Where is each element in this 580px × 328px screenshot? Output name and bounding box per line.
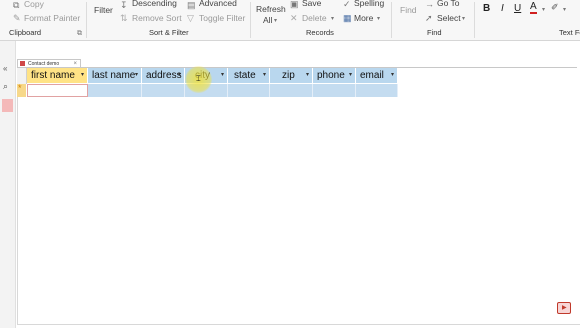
- format-painter-button[interactable]: Format Painter: [24, 13, 80, 23]
- column-header-first-name[interactable]: first name ▾: [27, 68, 88, 83]
- italic-button[interactable]: I: [501, 3, 504, 14]
- column-header-label: zip: [282, 70, 295, 81]
- column-header-address[interactable]: address ▾: [142, 68, 185, 83]
- sort-arrow-icon[interactable]: ▾: [263, 68, 266, 83]
- collapse-nav-icon[interactable]: «: [3, 64, 7, 73]
- remove-sort-button[interactable]: Remove Sort: [132, 13, 182, 23]
- text-formatting-group-label: Text Fo: [559, 28, 580, 37]
- column-header-label: state: [234, 70, 256, 81]
- datasheet: [17, 68, 580, 325]
- chevron-down-icon: ▾: [542, 7, 546, 13]
- delete-button[interactable]: Delete: [302, 13, 327, 23]
- cell-phone[interactable]: [313, 84, 356, 97]
- column-header-label: first name: [31, 70, 75, 81]
- cell-email[interactable]: [356, 84, 398, 97]
- ribbon: ⧉ Copy ✎ Format Painter Clipboard ⧉ Filt…: [0, 0, 580, 41]
- sort-arrow-icon[interactable]: ▾: [349, 68, 352, 83]
- ribbon-separator: [250, 2, 251, 38]
- sort-arrow-icon[interactable]: ▾: [81, 68, 84, 83]
- sort-filter-group-label: Sort & Filter: [149, 28, 189, 37]
- bold-button[interactable]: B: [483, 3, 490, 14]
- save-icon: ▣: [290, 0, 299, 9]
- table-object-icon[interactable]: [2, 99, 13, 112]
- more-button[interactable]: More: [354, 13, 373, 23]
- copy-button[interactable]: Copy: [24, 0, 44, 9]
- advanced-button[interactable]: Advanced: [199, 0, 237, 8]
- goto-button[interactable]: Go To: [437, 0, 460, 8]
- ribbon-separator: [86, 2, 87, 38]
- mouse-cursor-icon: ⌶: [196, 74, 201, 83]
- spelling-icon: ✓: [343, 0, 351, 9]
- table-icon: [20, 61, 25, 66]
- sort-arrow-icon[interactable]: ▾: [221, 68, 224, 83]
- column-header-label: phone: [317, 70, 345, 81]
- column-header-state[interactable]: state ▾: [228, 68, 270, 83]
- format-painter-icon: ✎: [13, 13, 21, 23]
- select-button[interactable]: Select: [437, 13, 461, 23]
- select-all-corner[interactable]: [17, 68, 27, 84]
- copy-icon: ⧉: [13, 0, 20, 10]
- refresh-all-label[interactable]: All: [263, 15, 272, 25]
- remove-sort-icon: ⇅: [120, 13, 128, 23]
- column-header-label: email: [360, 70, 384, 81]
- delete-icon: ✕: [290, 13, 298, 23]
- column-header-email[interactable]: email ▾: [356, 68, 398, 83]
- chevron-down-icon: ▾: [377, 16, 381, 22]
- column-header-zip[interactable]: zip ▾: [270, 68, 313, 83]
- refresh-button[interactable]: Refresh: [256, 4, 286, 14]
- cell-state[interactable]: [228, 84, 270, 97]
- sort-arrow-icon[interactable]: ▾: [391, 68, 394, 83]
- chevron-down-icon: ▾: [274, 18, 278, 24]
- column-header-last-name[interactable]: last name ▾: [88, 68, 142, 83]
- save-button[interactable]: Save: [302, 0, 321, 8]
- search-icon[interactable]: ⌕: [3, 81, 8, 92]
- clipboard-launcher-icon[interactable]: ⧉: [77, 29, 82, 39]
- sort-arrow-icon[interactable]: ▾: [178, 68, 181, 83]
- sort-descending-icon: ↧: [120, 0, 128, 10]
- filter-button[interactable]: Filter: [94, 5, 113, 15]
- toggle-filter-button[interactable]: Toggle Filter: [199, 13, 245, 23]
- ribbon-separator: [474, 2, 475, 38]
- chevron-down-icon: ▾: [563, 7, 567, 13]
- cell-zip[interactable]: [270, 84, 313, 97]
- column-header-phone[interactable]: phone ▾: [313, 68, 356, 83]
- new-record-marker: *: [18, 83, 22, 93]
- record-selector[interactable]: *: [17, 83, 26, 97]
- find-group-label: Find: [427, 28, 442, 37]
- chevron-down-icon: ▾: [331, 16, 335, 22]
- highlight-icon[interactable]: ✐: [551, 2, 559, 12]
- select-cursor-icon: ➚: [425, 13, 433, 23]
- find-button[interactable]: Find: [400, 5, 417, 15]
- cell-first-name[interactable]: [27, 84, 88, 97]
- clipboard-group-label: Clipboard: [9, 28, 42, 37]
- font-color-button[interactable]: A: [530, 2, 537, 14]
- toggle-filter-icon: ▽: [187, 13, 194, 23]
- records-group-label: Records: [306, 28, 334, 37]
- video-play-icon[interactable]: ▶: [557, 302, 571, 314]
- advanced-filter-icon: ▤: [187, 0, 196, 10]
- spelling-button[interactable]: Spelling: [354, 0, 384, 8]
- column-header-label: address: [146, 70, 182, 81]
- more-icon: ▦: [343, 13, 352, 23]
- column-header-label: last name: [92, 70, 136, 81]
- underline-button[interactable]: U: [514, 3, 521, 14]
- cell-address[interactable]: [142, 84, 185, 97]
- ribbon-separator: [391, 2, 392, 38]
- chevron-down-icon: ▾: [462, 16, 466, 22]
- goto-icon: →: [425, 0, 434, 9]
- sort-arrow-icon[interactable]: ▾: [135, 68, 138, 83]
- sort-arrow-icon[interactable]: ▾: [306, 68, 309, 83]
- descending-button[interactable]: Descending: [132, 0, 177, 8]
- cell-last-name[interactable]: [88, 84, 142, 97]
